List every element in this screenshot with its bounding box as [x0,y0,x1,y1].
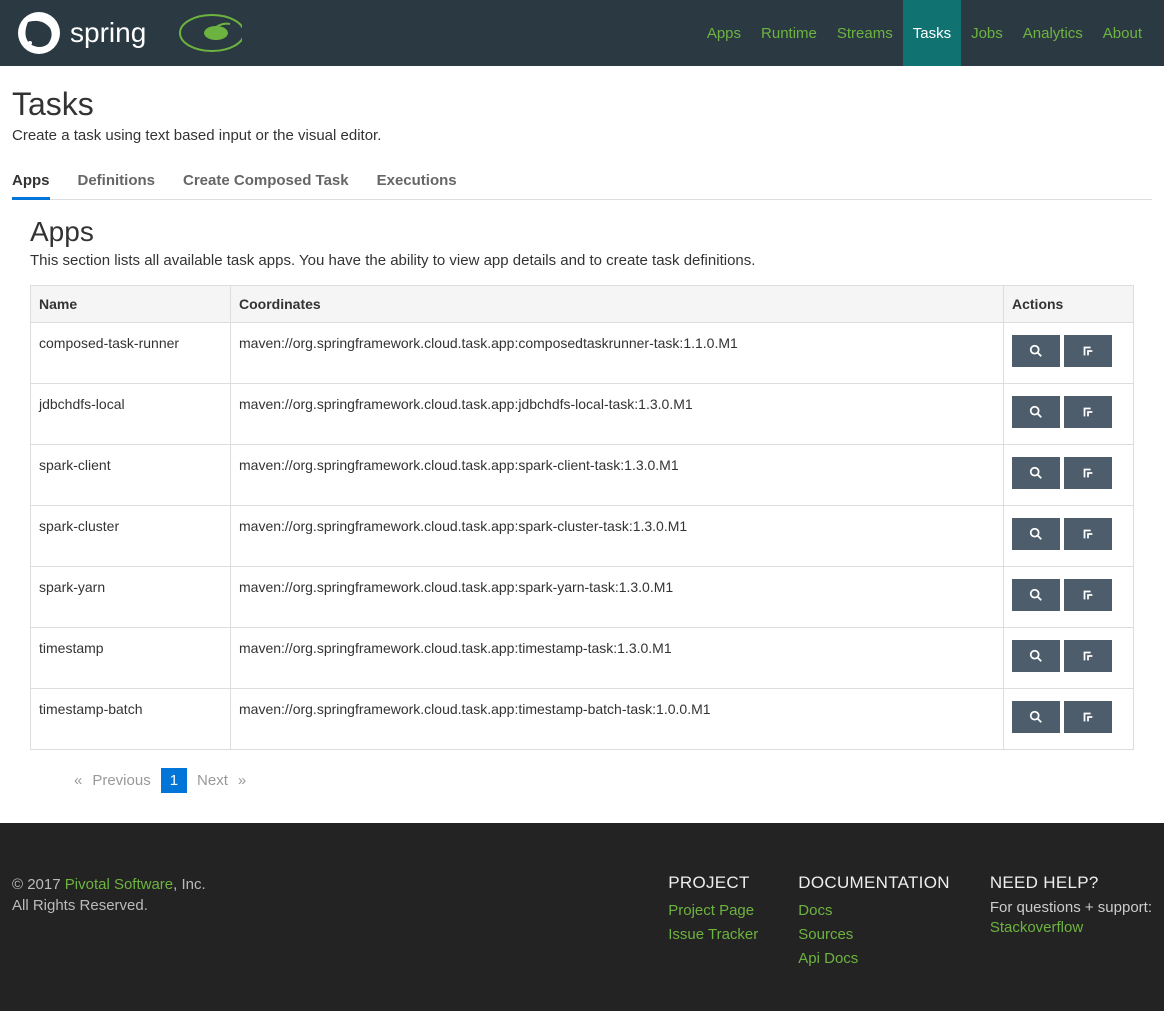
project-page-link[interactable]: Project Page [668,899,758,923]
sources-link[interactable]: Sources [798,923,950,947]
app-actions [1004,323,1134,384]
stackoverflow-link[interactable]: Stackoverflow [990,916,1152,940]
footer-project-title: PROJECT [668,873,758,893]
view-details-button[interactable] [1012,335,1060,367]
page-next[interactable]: Next [191,768,234,793]
tabs: Apps Definitions Create Composed Task Execu… [12,164,1152,200]
footer-copyright: © 2017 Pivotal Software, Inc. All Rights… [12,873,628,971]
app-actions [1004,567,1134,628]
app-coords: maven://org.springframework.cloud.task.a… [231,384,1004,445]
create-definition-button[interactable] [1064,457,1112,489]
pivotal-link[interactable]: Pivotal Software [65,876,173,893]
table-row: spark-clustermaven://org.springframework… [31,506,1134,567]
page-title: Tasks [12,86,1152,123]
header: spring AppsRuntimeStreamsTasksJobsAnalyt… [0,0,1164,66]
page-subtitle: Create a task using text based input or … [12,127,1152,144]
app-name: spark-yarn [31,567,231,628]
svg-text:spring: spring [70,17,146,48]
view-details-button[interactable] [1012,457,1060,489]
app-coords: maven://org.springframework.cloud.task.a… [231,628,1004,689]
footer-project: PROJECT Project Page Issue Tracker [668,873,758,971]
table-row: spark-yarnmaven://org.springframework.cl… [31,567,1134,628]
help-text: For questions + support: [990,899,1152,916]
table-row: composed-task-runnermaven://org.springfr… [31,323,1134,384]
app-name: composed-task-runner [31,323,231,384]
issue-tracker-link[interactable]: Issue Tracker [668,923,758,947]
nav-about[interactable]: About [1093,0,1152,66]
view-details-button[interactable] [1012,518,1060,550]
create-definition-button[interactable] [1064,579,1112,611]
page-last-icon[interactable]: » [238,772,246,789]
footer-help-title: NEED HELP? [990,873,1152,893]
app-coords: maven://org.springframework.cloud.task.a… [231,567,1004,628]
table-row: timestampmaven://org.springframework.clo… [31,628,1134,689]
app-coords: maven://org.springframework.cloud.task.a… [231,506,1004,567]
main-content: Tasks Create a task using text based inp… [2,66,1162,823]
app-actions [1004,689,1134,750]
app-name: timestamp [31,628,231,689]
table-row: jdbchdfs-localmaven://org.springframewor… [31,384,1134,445]
view-details-button[interactable] [1012,579,1060,611]
app-actions [1004,445,1134,506]
app-actions [1004,506,1134,567]
app-coords: maven://org.springframework.cloud.task.a… [231,323,1004,384]
section-subtitle: This section lists all available task ap… [30,252,1134,269]
nav-streams[interactable]: Streams [827,0,903,66]
col-header-name: Name [31,286,231,323]
apps-section: Apps This section lists all available ta… [12,216,1152,793]
create-definition-button[interactable] [1064,701,1112,733]
create-definition-button[interactable] [1064,518,1112,550]
app-name: spark-cluster [31,506,231,567]
footer-docs-title: DOCUMENTATION [798,873,950,893]
footer-help: NEED HELP? For questions + support: Stac… [990,873,1152,971]
tab-executions[interactable]: Executions [377,164,457,200]
tab-create-composed-task[interactable]: Create Composed Task [183,164,349,200]
app-name: spark-client [31,445,231,506]
table-row: spark-clientmaven://org.springframework.… [31,445,1134,506]
page-prev[interactable]: Previous [86,768,156,793]
nav-runtime[interactable]: Runtime [751,0,827,66]
section-title: Apps [30,216,1134,248]
footer: © 2017 Pivotal Software, Inc. All Rights… [0,823,1164,1011]
nav-analytics[interactable]: Analytics [1013,0,1093,66]
app-actions [1004,628,1134,689]
view-details-button[interactable] [1012,396,1060,428]
pagination: « Previous 1 Next » [30,768,1134,793]
nav-jobs[interactable]: Jobs [961,0,1013,66]
tab-definitions[interactable]: Definitions [78,164,156,200]
table-row: timestamp-batchmaven://org.springframewo… [31,689,1134,750]
copyright-suffix: , Inc. [173,876,206,893]
docs-link[interactable]: Docs [798,899,950,923]
copyright-prefix: © 2017 [12,876,65,893]
app-name: jdbchdfs-local [31,384,231,445]
app-coords: maven://org.springframework.cloud.task.a… [231,689,1004,750]
view-details-button[interactable] [1012,701,1060,733]
apps-table: Name Coordinates Actions composed-task-r… [30,285,1134,750]
app-name: timestamp-batch [31,689,231,750]
rights-text: All Rights Reserved. [12,897,628,914]
app-coords: maven://org.springframework.cloud.task.a… [231,445,1004,506]
col-header-coords: Coordinates [231,286,1004,323]
tab-apps[interactable]: Apps [12,164,50,200]
page-current[interactable]: 1 [161,768,187,793]
create-definition-button[interactable] [1064,640,1112,672]
col-header-actions: Actions [1004,286,1134,323]
nav-tasks[interactable]: Tasks [903,0,961,66]
spring-logo: spring [12,10,242,56]
main-nav: AppsRuntimeStreamsTasksJobsAnalyticsAbou… [697,0,1152,66]
create-definition-button[interactable] [1064,396,1112,428]
nav-apps[interactable]: Apps [697,0,751,66]
create-definition-button[interactable] [1064,335,1112,367]
api-docs-link[interactable]: Api Docs [798,947,950,971]
page-first-icon[interactable]: « [74,772,82,789]
app-actions [1004,384,1134,445]
footer-docs: DOCUMENTATION Docs Sources Api Docs [798,873,950,971]
view-details-button[interactable] [1012,640,1060,672]
